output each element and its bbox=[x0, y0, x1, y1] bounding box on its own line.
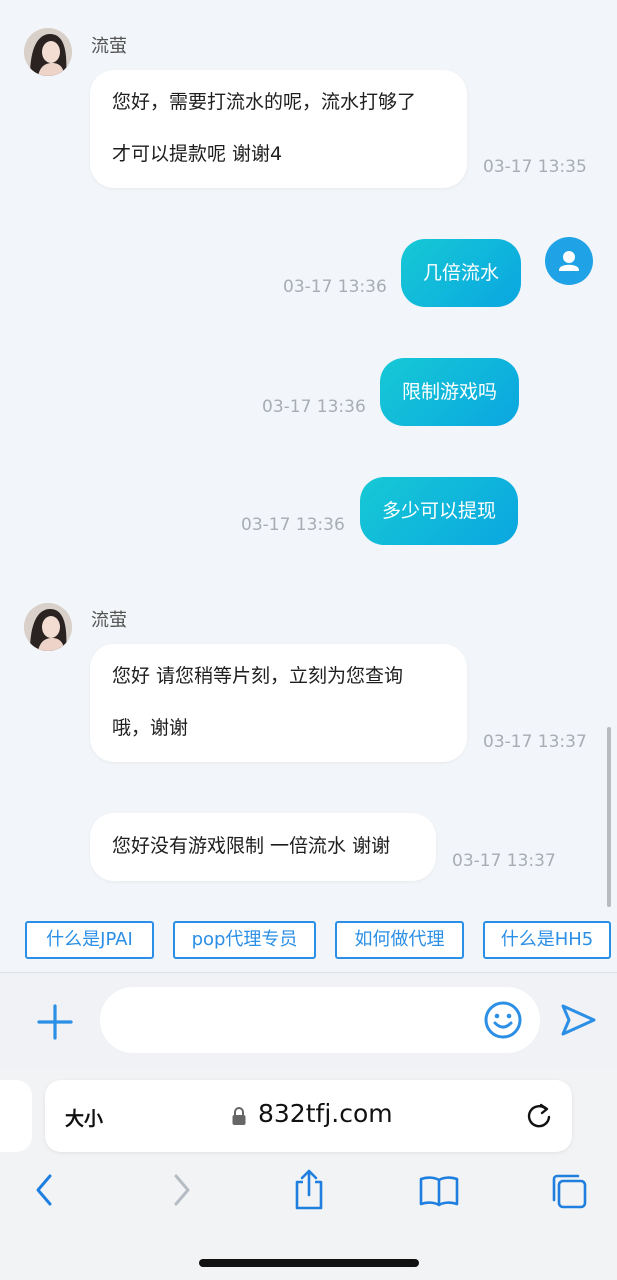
agent-message-bubble: 您好没有游戏限制 一倍流水 谢谢 bbox=[90, 813, 436, 881]
chevron-right-icon[interactable] bbox=[166, 1172, 196, 1208]
browser-toolbar: 大小 832tfj.com bbox=[0, 1068, 617, 1280]
message-time: 03-17 13:36 bbox=[283, 277, 387, 297]
user-avatar bbox=[545, 237, 593, 285]
agent-name: 流萤 bbox=[91, 610, 127, 631]
user-icon bbox=[559, 251, 579, 271]
message-line: 您好没有游戏限制 一倍流水 谢谢 bbox=[112, 835, 391, 857]
lock-icon bbox=[232, 1107, 246, 1125]
message-line: 才可以提款呢 谢谢4 bbox=[112, 143, 283, 165]
message-time: 03-17 13:36 bbox=[262, 397, 366, 417]
send-icon[interactable] bbox=[558, 1000, 598, 1040]
emoji-icon[interactable] bbox=[483, 1000, 523, 1040]
plus-icon[interactable] bbox=[36, 1003, 74, 1041]
agent-avatar bbox=[24, 28, 72, 76]
previous-tab-edge[interactable] bbox=[0, 1080, 32, 1152]
message-time: 03-17 13:37 bbox=[452, 851, 556, 871]
home-indicator[interactable] bbox=[199, 1259, 419, 1267]
quick-reply-button[interactable]: 什么是JPAI bbox=[25, 921, 154, 959]
address-bar[interactable]: 大小 832tfj.com bbox=[45, 1080, 572, 1152]
message-input-bar bbox=[0, 972, 617, 1068]
chevron-left-icon[interactable] bbox=[30, 1172, 60, 1208]
message-time: 03-17 13:36 bbox=[241, 515, 345, 535]
text-size-button[interactable]: 大小 bbox=[65, 1104, 103, 1131]
url-text[interactable]: 832tfj.com bbox=[258, 1099, 393, 1128]
message-input[interactable] bbox=[100, 987, 540, 1053]
user-message-bubble: 限制游戏吗 bbox=[380, 358, 520, 426]
chat-area[interactable]: 流萤 您好，需要打流水的呢，流水打够了 才可以提款呢 谢谢4 03-17 13:… bbox=[0, 0, 617, 910]
message-time: 03-17 13:37 bbox=[483, 732, 587, 752]
agent-avatar bbox=[24, 603, 72, 651]
reload-icon[interactable] bbox=[524, 1100, 554, 1130]
message-time: 03-17 13:35 bbox=[483, 157, 587, 177]
quick-reply-button[interactable]: pop代理专员 bbox=[173, 921, 316, 959]
quick-reply-button[interactable]: 如何做代理 bbox=[335, 921, 464, 959]
book-icon[interactable] bbox=[418, 1174, 460, 1208]
tabs-icon[interactable] bbox=[550, 1172, 588, 1210]
user-message-bubble: 几倍流水 bbox=[401, 239, 522, 307]
quick-reply-button[interactable]: 什么是HH5 bbox=[483, 921, 611, 959]
agent-message-bubble: 您好 请您稍等片刻，立刻为您查询 哦，谢谢 bbox=[90, 644, 467, 762]
message-line: 您好 请您稍等片刻，立刻为您查询 bbox=[112, 665, 404, 687]
message-line: 您好，需要打流水的呢，流水打够了 bbox=[112, 91, 417, 113]
agent-message-bubble: 您好，需要打流水的呢，流水打够了 才可以提款呢 谢谢4 bbox=[90, 70, 467, 188]
user-message-bubble: 多少可以提现 bbox=[360, 477, 519, 545]
scrollbar[interactable] bbox=[607, 727, 611, 907]
agent-name: 流萤 bbox=[91, 36, 127, 57]
quick-reply-bar: 什么是JPAI pop代理专员 如何做代理 什么是HH5 bbox=[0, 910, 617, 972]
message-line: 哦，谢谢 bbox=[112, 717, 189, 739]
share-icon[interactable] bbox=[292, 1168, 326, 1212]
